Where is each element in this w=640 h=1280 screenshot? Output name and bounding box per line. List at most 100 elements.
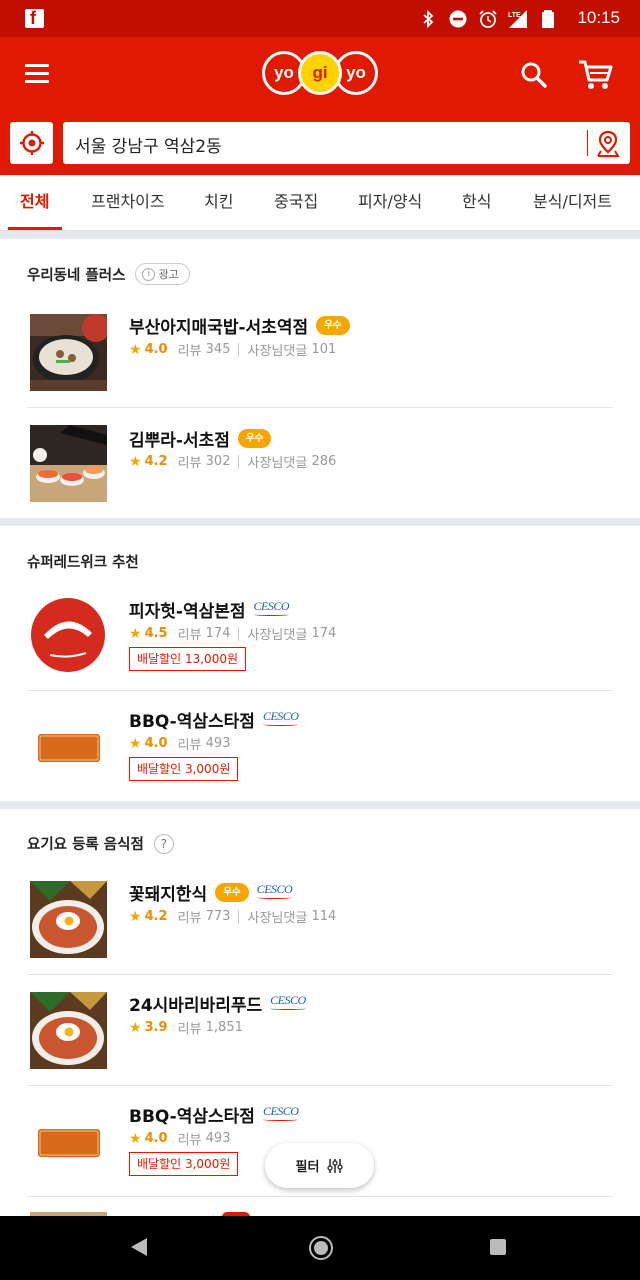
app-bar: yo gi yo [0, 37, 640, 111]
food-thumbnail [30, 992, 107, 1069]
bbq-logo [30, 707, 107, 784]
home-icon[interactable] [309, 1236, 333, 1260]
filter-sliders-icon [327, 1158, 344, 1173]
section-title-text: 우리동네 플러스 [27, 267, 126, 284]
tab-chinese[interactable]: 중국집 [274, 175, 318, 230]
food-thumbnail [30, 314, 107, 391]
restaurant-item[interactable]: BBQ-역삼스타점 CESCO ★ 4.0 리뷰 493 배달할인 3,000원 [27, 691, 613, 800]
svg-text:LTE: LTE [508, 12, 521, 19]
review-count: 1,851 [205, 1020, 243, 1035]
section-title: 슈퍼레드위크 추천 [27, 551, 139, 572]
review-label: 리뷰 [177, 628, 202, 643]
owner-reply-label: 사장님댓글 [247, 628, 308, 643]
cart-icon[interactable] [578, 59, 614, 91]
section-title-text: 요기요 등록 음식점 [27, 837, 144, 853]
section-title-text: 슈퍼레드위크 추천 [27, 555, 139, 571]
tab-pizza-western[interactable]: 피자/양식 [358, 175, 422, 230]
review-label: 리뷰 [177, 1022, 202, 1037]
restaurant-item[interactable]: 피자헛-역삼본점 CESCO ★ 4.5 리뷰 174 사장님댓글 174 배달… [27, 582, 613, 691]
yogiyo-logo[interactable]: yo gi yo [262, 51, 378, 97]
restaurant-item[interactable]: 꽃돼지한식 우수 CESCO ★ 4.2 리뷰 773 사장님댓글 114 [27, 865, 613, 975]
alarm-icon [479, 10, 497, 28]
rating: 4.2 [144, 454, 168, 469]
review-label: 리뷰 [177, 738, 202, 753]
restaurant-name: 24시바리바리푸드 [129, 996, 263, 1016]
section-divider [0, 231, 640, 239]
tab-chicken[interactable]: 치킨 [204, 175, 233, 230]
owner-reply-label: 사장님댓글 [247, 456, 308, 471]
rating: 4.0 [144, 736, 168, 751]
owner-reply-count: 114 [311, 909, 337, 924]
owner-reply-count: 174 [311, 626, 337, 641]
section-divider [0, 518, 640, 526]
tab-all[interactable]: 전체 [20, 175, 49, 230]
cesco-badge: CESCO [270, 993, 306, 1010]
owner-reply-label: 사장님댓글 [247, 911, 308, 926]
restaurant-name: 부산아지매국밥-서초역점 [129, 318, 309, 338]
logo-letter: gi [298, 51, 342, 95]
facebook-icon [25, 8, 44, 29]
section-divider [0, 801, 640, 809]
status-bar: LTE 10:15 [0, 0, 640, 37]
review-count: 493 [205, 736, 231, 751]
star-icon: ★ [129, 908, 142, 925]
battery-icon [542, 10, 554, 28]
star-icon: ★ [129, 341, 142, 358]
address-bar: 서울 강남구 역삼2동 [0, 111, 640, 175]
rating: 3.9 [144, 1020, 168, 1035]
ad-badge[interactable]: i 광고 [135, 263, 190, 285]
divider [587, 130, 588, 156]
tab-korean[interactable]: 한식 [462, 175, 491, 230]
rating: 4.0 [144, 342, 168, 357]
filter-button[interactable]: 필터 [265, 1143, 374, 1188]
ad-label: 광고 [158, 268, 179, 281]
map-pin-icon[interactable] [595, 130, 621, 158]
review-count: 345 [205, 342, 231, 357]
owner-reply-label: 사장님댓글 [247, 344, 308, 359]
review-label: 리뷰 [177, 911, 202, 926]
recent-apps-icon[interactable] [490, 1239, 506, 1255]
bbq-logo [30, 1102, 107, 1179]
excellent-badge: 우수 [237, 429, 272, 448]
back-icon[interactable] [131, 1238, 147, 1256]
review-count: 174 [205, 626, 231, 641]
restaurant-name: 김뿌라-서초점 [129, 431, 230, 451]
dnd-icon [449, 10, 467, 28]
review-count: 302 [205, 454, 231, 469]
restaurant-item[interactable]: 24시바리바리푸드 CESCO ★ 3.9 리뷰 1,851 [27, 975, 613, 1086]
discount-tag: 배달할인 3,000원 [129, 757, 239, 781]
excellent-badge: 우수 [316, 316, 350, 335]
help-icon[interactable]: ? [153, 833, 174, 854]
discount-tag: 배달할인 13,000원 [129, 647, 247, 671]
bluetooth-icon [423, 9, 434, 29]
restaurant-name: 꽃돼지한식 [129, 885, 208, 905]
address-field[interactable]: 서울 강남구 역삼2동 [63, 122, 630, 164]
food-thumbnail [30, 881, 107, 958]
restaurant-name: BBQ-역삼스타점 [129, 712, 255, 732]
tab-snack-dessert[interactable]: 분식/디저트 [533, 175, 612, 230]
star-icon: ★ [129, 453, 142, 470]
address-text: 서울 강남구 역삼2동 [75, 137, 222, 157]
section-title: 우리동네 플러스 i 광고 [27, 263, 190, 285]
star-icon: ★ [129, 735, 142, 752]
restaurant-item[interactable]: 김뿌라-서초점 우수 ★ 4.2 리뷰 302 사장님댓글 286 [27, 408, 613, 518]
navigation-bar [0, 1216, 640, 1280]
owner-reply-count: 286 [311, 454, 337, 469]
discount-tag: 배달할인 3,000원 [129, 1152, 239, 1176]
tab-franchise[interactable]: 프랜차이즈 [91, 175, 165, 230]
rating: 4.0 [144, 1131, 168, 1146]
lte-signal-icon: LTE [508, 10, 527, 28]
search-icon[interactable] [520, 61, 548, 89]
review-label: 리뷰 [177, 1133, 202, 1148]
current-location-button[interactable] [10, 122, 53, 164]
owner-reply-count: 101 [311, 342, 337, 357]
rating: 4.5 [144, 626, 168, 641]
review-count: 773 [205, 909, 231, 924]
star-icon: ★ [129, 1130, 142, 1147]
review-count: 493 [205, 1131, 231, 1146]
hamburger-menu-icon[interactable] [25, 64, 49, 84]
review-label: 리뷰 [177, 344, 202, 359]
restaurant-item[interactable]: 부산아지매국밥-서초역점 우수 ★ 4.0 리뷰 345 사장님댓글 101 [27, 298, 613, 408]
star-icon: ★ [129, 625, 142, 642]
pizza-hut-logo [30, 597, 107, 674]
